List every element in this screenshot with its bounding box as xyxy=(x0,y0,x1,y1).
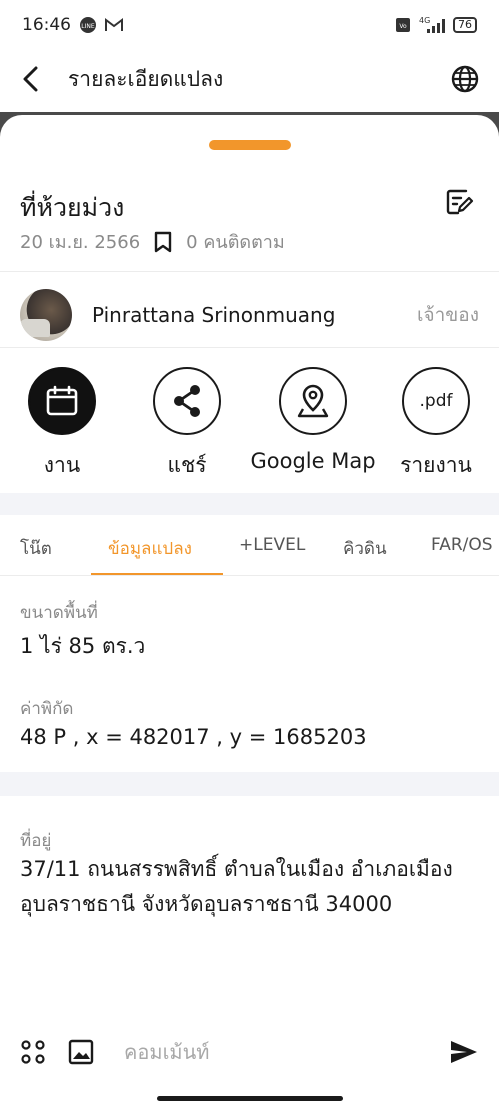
svg-text:LINE: LINE xyxy=(81,23,95,30)
svg-text:Vo: Vo xyxy=(399,23,407,30)
tab-far-os[interactable]: FAR/OS xyxy=(431,535,493,555)
action-label: รายงาน xyxy=(400,453,472,477)
owner-name: Pinrattana Srinonmuang xyxy=(92,303,336,327)
tab-notes[interactable]: โน๊ต xyxy=(20,535,52,562)
status-left: 16:46 LINE xyxy=(22,15,123,35)
volte-icon: Vo xyxy=(395,17,411,33)
action-label: แชร์ xyxy=(167,453,207,477)
home-indicator xyxy=(157,1096,343,1101)
comment-input[interactable]: คอมเม้นท์ xyxy=(124,1036,209,1068)
action-label: งาน xyxy=(43,453,81,477)
status-time: 16:46 xyxy=(22,15,71,35)
edit-icon[interactable] xyxy=(444,187,474,221)
bookmark-icon[interactable] xyxy=(154,231,172,253)
send-icon[interactable] xyxy=(449,1039,479,1065)
coordinate-value: 48 P , x = 482017 , y = 1685203 xyxy=(20,725,367,749)
area-label: ขนาดพื้นที่ xyxy=(20,603,98,623)
tasks-button[interactable]: งาน xyxy=(2,367,122,482)
coordinate-label: ค่าพิกัด xyxy=(20,699,74,719)
google-map-button[interactable]: Google Map xyxy=(250,367,376,473)
detail-tabs: โน๊ต ข้อมูลแปลง +LEVEL คิวดิน FAR/OS xyxy=(0,517,499,575)
line-app-icon: LINE xyxy=(79,16,97,34)
status-right: Vo 4G 76 xyxy=(395,16,477,34)
globe-icon[interactable] xyxy=(451,65,479,93)
tab-level[interactable]: +LEVEL xyxy=(239,535,305,555)
area-value: 1 ไร่ 85 ตร.ว xyxy=(20,634,146,658)
app-bar: รายละเอียดแปลง xyxy=(0,50,499,108)
divider xyxy=(0,271,499,272)
comment-bar: คอมเม้นท์ xyxy=(0,1020,499,1084)
plot-date: 20 เม.ย. 2566 xyxy=(20,232,141,253)
address-label: ที่อยู่ xyxy=(20,831,52,851)
divider xyxy=(0,347,499,348)
back-arrow-icon[interactable] xyxy=(20,66,42,92)
pdf-icon: .pdf xyxy=(402,367,470,435)
plot-title: ที่ห้วยม่วง xyxy=(20,193,125,222)
owner-role: เจ้าของ xyxy=(417,304,479,326)
tab-plot-info[interactable]: ข้อมูลแปลง xyxy=(108,535,192,562)
map-pin-icon xyxy=(279,367,347,435)
plot-meta: 20 เม.ย. 2566 0 คนติดตาม xyxy=(20,227,285,256)
tabs-divider xyxy=(0,575,499,576)
image-icon[interactable] xyxy=(68,1039,94,1065)
status-bar: 16:46 LINE Vo 4G 76 xyxy=(0,0,499,50)
share-icon xyxy=(153,367,221,435)
share-button[interactable]: แชร์ xyxy=(127,367,247,482)
tab-soil-queue[interactable]: คิวดิน xyxy=(343,535,387,562)
network-type: 4G xyxy=(419,16,430,25)
section-separator xyxy=(0,772,499,796)
pdf-icon-text: .pdf xyxy=(419,391,453,411)
page-title: รายละเอียดแปลง xyxy=(68,66,224,91)
signal-icon: 4G xyxy=(417,16,447,34)
gmail-icon xyxy=(105,18,123,32)
calendar-icon xyxy=(28,367,96,435)
owner-row[interactable]: Pinrattana Srinonmuang เจ้าของ xyxy=(0,285,499,345)
plot-detail-sheet: ที่ห้วยม่วง 20 เม.ย. 2566 0 คนติดตาม Pin… xyxy=(0,115,499,1110)
follower-count: 0 คนติดตาม xyxy=(186,232,285,253)
address-value: 37/11 ถนนสรรพสิทธิ์ ตำบลในเมือง อำเภอเมื… xyxy=(20,857,453,916)
section-separator xyxy=(0,493,499,515)
action-label: Google Map xyxy=(250,449,376,473)
action-buttons: งาน แชร์ Google Map .pdf รายงาน xyxy=(0,367,499,477)
avatar xyxy=(20,289,72,341)
sheet-drag-handle[interactable] xyxy=(209,140,291,150)
apps-grid-icon[interactable] xyxy=(20,1039,46,1065)
battery-indicator: 76 xyxy=(453,17,477,33)
report-button[interactable]: .pdf รายงาน xyxy=(376,367,496,482)
